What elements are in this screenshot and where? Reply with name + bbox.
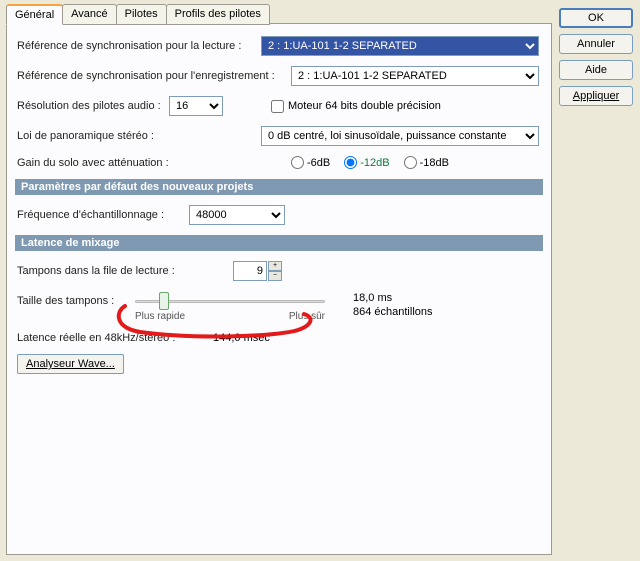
- sample-rate-select[interactable]: 48000: [189, 205, 285, 225]
- solo-gain-radio-18db-label: -18dB: [420, 157, 449, 169]
- queue-buffers-spin-down[interactable]: −: [268, 271, 282, 281]
- wave-analyzer-button[interactable]: Analyseur Wave...: [17, 354, 124, 374]
- playback-ref-select[interactable]: 2 : 1:UA-101 1-2 SEPARATED: [261, 36, 539, 56]
- engine64-checkbox-label: Moteur 64 bits double précision: [288, 100, 441, 112]
- slider-label-safer: Plus sûr: [289, 311, 325, 322]
- apply-button[interactable]: Appliquer: [559, 86, 633, 106]
- section-header-defaults: Paramètres par défaut des nouveaux proje…: [15, 179, 543, 195]
- tab-general[interactable]: Général: [6, 4, 63, 25]
- tab-profiles[interactable]: Profils des pilotes: [166, 4, 270, 25]
- ok-button[interactable]: OK: [559, 8, 633, 28]
- buffer-size-slider-thumb[interactable]: [159, 292, 169, 310]
- buffer-size-slider[interactable]: [135, 291, 325, 311]
- solo-gain-radio-18db[interactable]: -18dB: [404, 156, 449, 169]
- help-button[interactable]: Aide: [559, 60, 633, 80]
- slider-label-faster: Plus rapide: [135, 311, 185, 322]
- driver-res-label: Résolution des pilotes audio :: [17, 100, 169, 112]
- solo-gain-label: Gain du solo avec atténuation :: [17, 157, 291, 169]
- real-latency-label: Latence réelle en 48kHz/stéréo :: [17, 332, 213, 344]
- sample-rate-label: Fréquence d'échantillonnage :: [17, 209, 189, 221]
- queue-buffers-spin-up[interactable]: +: [268, 261, 282, 271]
- wave-analyzer-button-label: Analyseur Wave...: [26, 358, 115, 370]
- queue-buffers-input[interactable]: [233, 261, 267, 281]
- playback-ref-label: Référence de synchronisation pour la lec…: [17, 40, 261, 52]
- solo-gain-radio-18db-input[interactable]: [404, 156, 417, 169]
- pan-law-label: Loi de panoramique stéréo :: [17, 130, 261, 142]
- engine64-checkbox-input[interactable]: [271, 100, 284, 113]
- record-ref-select[interactable]: 2 : 1:UA-101 1-2 SEPARATED: [291, 66, 539, 86]
- driver-res-select[interactable]: 16: [169, 96, 223, 116]
- tab-drivers[interactable]: Pilotes: [116, 4, 167, 25]
- queue-buffers-label: Tampons dans la file de lecture :: [17, 265, 233, 277]
- section-header-latency: Latence de mixage: [15, 235, 543, 251]
- solo-gain-radio-6db[interactable]: -6dB: [291, 156, 330, 169]
- apply-button-label: Appliquer: [573, 90, 619, 102]
- solo-gain-radio-12db[interactable]: -12dB: [344, 156, 389, 169]
- pan-law-select[interactable]: 0 dB centré, loi sinusoïdale, puissance …: [261, 126, 539, 146]
- solo-gain-radio-12db-label: -12dB: [360, 157, 389, 169]
- latency-ms: 18,0 ms: [353, 291, 433, 305]
- solo-gain-radio-6db-label: -6dB: [307, 157, 330, 169]
- buffer-size-label: Taille des tampons :: [17, 291, 135, 307]
- help-button-label: Aide: [585, 64, 607, 76]
- real-latency-value: 144,0 msec: [213, 332, 270, 344]
- record-ref-label: Référence de synchronisation pour l'enre…: [17, 70, 291, 82]
- cancel-button[interactable]: Annuler: [559, 34, 633, 54]
- latency-samples: 864 échantillons: [353, 305, 433, 319]
- solo-gain-radio-12db-input[interactable]: [344, 156, 357, 169]
- engine64-checkbox[interactable]: Moteur 64 bits double précision: [271, 100, 441, 113]
- tab-advanced[interactable]: Avancé: [62, 4, 117, 25]
- tab-panel-general: Référence de synchronisation pour la lec…: [6, 23, 552, 555]
- solo-gain-radio-6db-input[interactable]: [291, 156, 304, 169]
